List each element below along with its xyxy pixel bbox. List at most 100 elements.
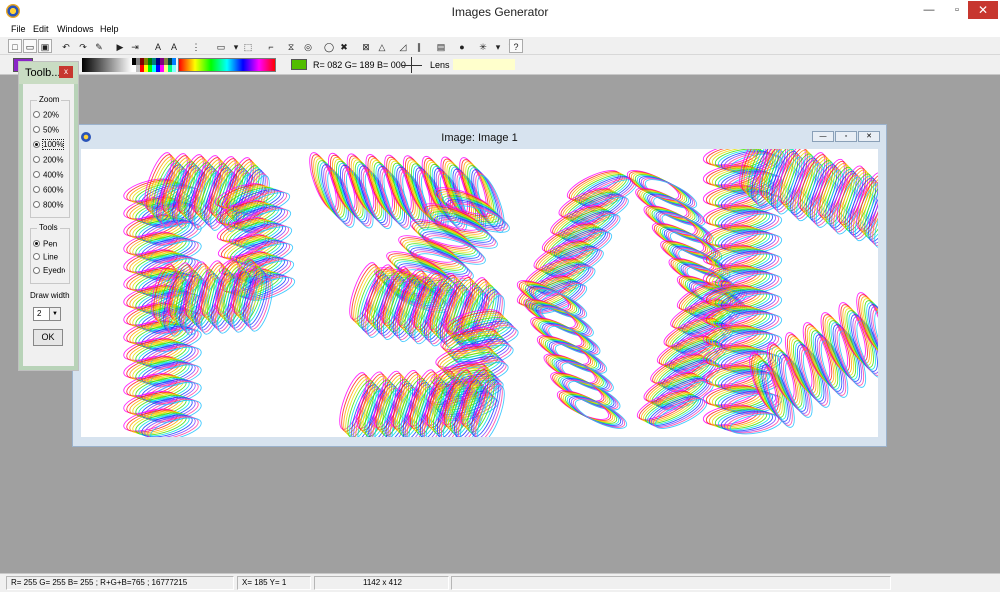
image-maximize-button[interactable]: ▫ xyxy=(835,131,857,142)
frame-icon[interactable]: ▤ xyxy=(434,39,448,53)
palette-color-cell[interactable] xyxy=(172,65,176,72)
spirograph-artwork xyxy=(123,149,878,437)
redo-icon[interactable]: ↷ xyxy=(76,39,90,53)
tools-icon[interactable]: ✖ xyxy=(337,39,351,53)
selected-color-swatch xyxy=(291,59,307,70)
spiral-icon[interactable]: ◎ xyxy=(301,39,315,53)
toolbar: □▭▣↶↷✎▶⇥AA⋮▭▾⬚⌐⧖◎◯✖⊠△◿∥▤●✳▾↻? xyxy=(0,37,1000,55)
status-coords: X= 185 Y= 1 xyxy=(237,576,311,590)
draw-width-label: Draw width xyxy=(30,291,70,300)
zoom-option[interactable]: 20% xyxy=(33,110,59,119)
tool-option-label: Eyedropper xyxy=(43,266,65,276)
radio-icon[interactable] xyxy=(33,240,40,248)
ok-button[interactable]: OK xyxy=(33,329,63,346)
new-file-icon[interactable]: □ xyxy=(8,39,22,53)
zoom-option[interactable]: 800% xyxy=(33,200,63,209)
color-bar: R= 082 G= 189 B= 000 Lens xyxy=(0,55,1000,75)
chevron-down-icon[interactable]: ▼ xyxy=(49,308,60,320)
zoom-option[interactable]: 200% xyxy=(33,155,63,164)
title-bar: Images Generator — ▫ ✕ xyxy=(0,0,1000,22)
zoom-option-label: 200% xyxy=(43,155,64,165)
zoom-option[interactable]: 600% xyxy=(33,185,63,194)
lines-icon[interactable]: ∥ xyxy=(412,39,426,53)
text-b-icon[interactable]: A xyxy=(167,39,181,53)
text-a-icon[interactable]: A xyxy=(151,39,165,53)
radio-icon[interactable] xyxy=(33,171,40,179)
toolbox-close-button[interactable]: x xyxy=(59,66,73,78)
image-window-title: Image: Image 1 xyxy=(441,132,518,144)
tools-group-label: Tools xyxy=(37,223,60,232)
menu-help[interactable]: Help xyxy=(100,24,119,34)
crosshair-icon xyxy=(402,57,422,73)
radio-icon[interactable] xyxy=(33,141,40,149)
run-step-icon[interactable]: ⇥ xyxy=(128,39,142,53)
window-title: Images Generator xyxy=(451,5,549,19)
minimize-button[interactable]: — xyxy=(916,1,942,19)
zoom-option-label: 20% xyxy=(43,110,60,120)
sandglass-icon[interactable]: ⧖ xyxy=(284,39,298,53)
draw-width-value: 2 xyxy=(37,309,42,318)
lens-preview xyxy=(453,59,515,70)
ruler-icon[interactable]: ◿ xyxy=(396,39,410,53)
toolbox-header[interactable]: Toolb... x xyxy=(19,62,78,84)
image-canvas[interactable] xyxy=(81,149,878,437)
image-close-button[interactable]: ✕ xyxy=(858,131,880,142)
crop-icon[interactable]: ⌐ xyxy=(264,39,278,53)
pencil-icon[interactable]: ✎ xyxy=(92,39,106,53)
radio-icon[interactable] xyxy=(33,156,40,164)
dash-icon[interactable]: ▭ xyxy=(214,39,228,53)
image-window: Image: Image 1 — ▫ ✕ xyxy=(72,124,887,447)
menu-file[interactable]: File xyxy=(11,24,26,34)
close-button[interactable]: ✕ xyxy=(968,1,998,19)
basic-color-palette[interactable] xyxy=(132,58,176,72)
star-icon[interactable]: ✳ xyxy=(476,39,490,53)
dropdown-2-icon[interactable]: ▾ xyxy=(491,39,505,53)
pattern-icon[interactable]: ⊠ xyxy=(359,39,373,53)
radio-icon[interactable] xyxy=(33,201,40,209)
selection-icon[interactable]: ⬚ xyxy=(241,39,255,53)
play-icon[interactable]: ▶ xyxy=(113,39,127,53)
menu-windows[interactable]: Windows xyxy=(57,24,94,34)
tool-option-label: Line xyxy=(43,252,59,262)
menu-bar: File Edit Windows Help xyxy=(0,22,1000,37)
maximize-button[interactable]: ▫ xyxy=(944,1,970,19)
status-extra xyxy=(451,576,891,590)
zoom-option-label: 800% xyxy=(43,200,64,210)
tool-option[interactable]: Line xyxy=(33,252,58,261)
lens-label: Lens xyxy=(430,60,450,70)
tool-option[interactable]: Pen xyxy=(33,239,57,248)
toolbox-panel: Toolb... x Zoom Tools Draw width 2 ▼ OK … xyxy=(18,61,79,371)
status-rgb: R= 255 G= 255 B= 255 ; R+G+B=765 ; 16777… xyxy=(6,576,234,590)
tool-option-label: Pen xyxy=(43,239,58,249)
radio-icon[interactable] xyxy=(33,253,40,261)
undo-icon[interactable]: ↶ xyxy=(59,39,73,53)
zoom-option-label: 100% xyxy=(41,139,65,151)
grid-icon[interactable]: ⋮ xyxy=(189,39,203,53)
zoom-group-label: Zoom xyxy=(37,95,62,104)
color-spectrum[interactable] xyxy=(178,58,276,72)
zoom-option-label: 600% xyxy=(43,185,64,195)
palette-color-cell[interactable] xyxy=(172,58,176,65)
radio-icon[interactable] xyxy=(33,186,40,194)
zoom-option[interactable]: 100% xyxy=(33,139,65,151)
open-folder-icon[interactable]: ▭ xyxy=(23,39,37,53)
menu-edit[interactable]: Edit xyxy=(33,24,49,34)
radio-icon[interactable] xyxy=(33,126,40,134)
rgb-readout: R= 082 G= 189 B= 000 xyxy=(313,60,406,70)
help-icon[interactable]: ? xyxy=(509,39,523,53)
draw-width-select[interactable]: 2 ▼ xyxy=(33,307,61,321)
radio-icon[interactable] xyxy=(33,111,40,119)
toolbox-title: Toolb... xyxy=(25,67,61,79)
radio-icon[interactable] xyxy=(33,267,40,275)
circle-icon[interactable]: ◯ xyxy=(322,39,336,53)
grayscale-gradient[interactable] xyxy=(82,58,132,72)
save-icon[interactable]: ▣ xyxy=(38,39,52,53)
zoom-option[interactable]: 400% xyxy=(33,170,63,179)
tool-option[interactable]: Eyedropper xyxy=(33,266,65,275)
zoom-option-label: 50% xyxy=(43,125,60,135)
zoom-option[interactable]: 50% xyxy=(33,125,59,134)
zoom-option-label: 400% xyxy=(43,170,64,180)
image-minimize-button[interactable]: — xyxy=(812,131,834,142)
triangle-icon[interactable]: △ xyxy=(375,39,389,53)
sphere-icon[interactable]: ● xyxy=(455,39,469,53)
